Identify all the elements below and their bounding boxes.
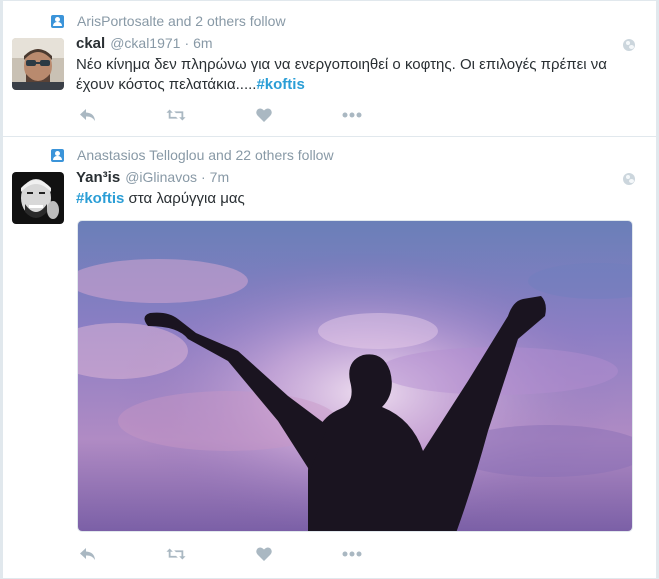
globe-icon: [623, 173, 635, 185]
timestamp[interactable]: 6m: [193, 35, 212, 51]
more-icon: [342, 551, 362, 557]
follow-context-icon: [51, 148, 64, 162]
avatar[interactable]: [12, 172, 64, 224]
globe-icon: [623, 39, 635, 51]
follow-context-icon: [51, 14, 64, 28]
tweet-context: ArisPortosalte and 2 others follow: [51, 12, 286, 30]
tweet-text-body: στα λαρύγγια μας: [124, 190, 245, 207]
tweet-text: Νέο κίνημα δεν πληρώνω για να ενεργοποιη…: [76, 55, 636, 95]
author-name[interactable]: Yan³is: [76, 169, 120, 186]
heart-icon: [256, 547, 272, 561]
separator: ·: [184, 35, 190, 51]
reply-icon: [80, 109, 95, 121]
more-button[interactable]: [342, 544, 362, 564]
tweet-media-image[interactable]: [77, 220, 633, 532]
context-text[interactable]: Anastasios Telloglou and 22 others follo…: [77, 147, 334, 163]
reply-button[interactable]: [78, 105, 98, 125]
retweet-icon: [166, 109, 186, 121]
hashtag-link[interactable]: #koftis: [256, 76, 304, 93]
like-button[interactable]: [254, 544, 274, 564]
hashtag-link[interactable]: #koftis: [76, 190, 124, 207]
like-button[interactable]: [254, 105, 274, 125]
tweet-item[interactable]: Anastasios Telloglou and 22 others follo…: [3, 137, 656, 579]
tweet-text: #koftis στα λαρύγγια μας: [76, 189, 636, 209]
retweet-icon: [166, 548, 186, 560]
heart-icon: [256, 108, 272, 122]
context-text[interactable]: ArisPortosalte and 2 others follow: [77, 13, 286, 29]
author-handle[interactable]: @ckal1971: [110, 35, 180, 51]
tweet-text-body: Νέο κίνημα δεν πληρώνω για να ενεργοποιη…: [76, 56, 607, 93]
reply-button[interactable]: [78, 544, 98, 564]
reply-icon: [80, 548, 95, 560]
retweet-button[interactable]: [166, 544, 186, 564]
tweet-actions: [78, 544, 362, 564]
more-icon: [342, 112, 362, 118]
author-name[interactable]: ckal: [76, 35, 105, 52]
separator: ·: [200, 169, 206, 185]
tweet-item[interactable]: ArisPortosalte and 2 others follow ckal …: [3, 0, 656, 137]
author-handle[interactable]: @iGlinavos: [125, 169, 197, 185]
tweet-context: Anastasios Telloglou and 22 others follo…: [51, 146, 334, 164]
avatar[interactable]: [12, 38, 64, 90]
tweet-header: Yan³is @iGlinavos · 7m: [76, 169, 229, 189]
timestamp[interactable]: 7m: [210, 169, 229, 185]
more-button[interactable]: [342, 105, 362, 125]
tweet-actions: [78, 105, 362, 125]
retweet-button[interactable]: [166, 105, 186, 125]
tweet-header: ckal @ckal1971 · 6m: [76, 35, 213, 55]
